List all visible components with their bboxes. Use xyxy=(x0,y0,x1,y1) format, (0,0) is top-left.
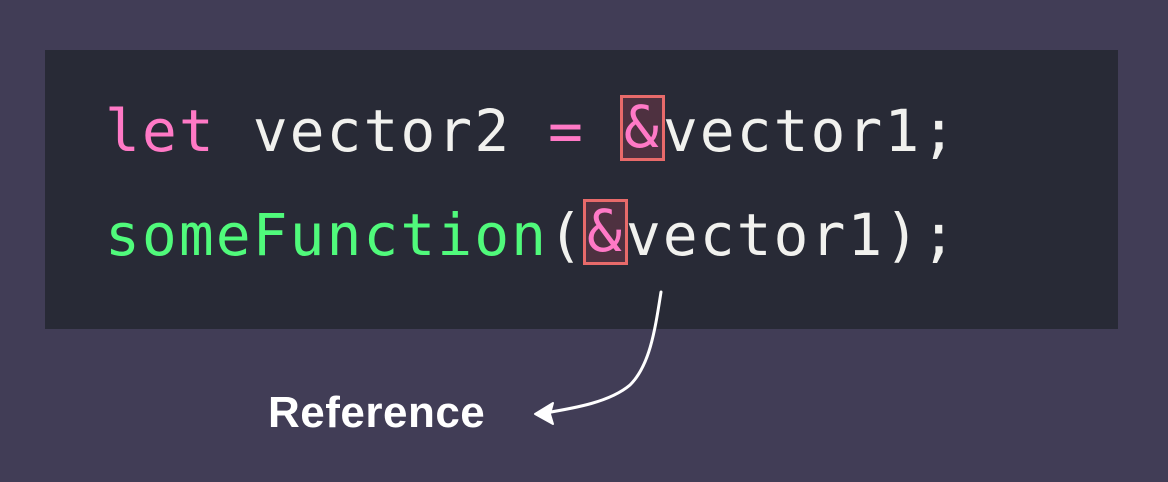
open-paren: ( xyxy=(548,201,585,269)
reference-ampersand-highlight-2: & xyxy=(582,197,628,265)
vector2-identifier: vector2 xyxy=(252,97,512,165)
let-keyword: let xyxy=(105,97,216,165)
arrow-head-icon xyxy=(534,402,554,425)
some-function-name: someFunction xyxy=(105,201,549,269)
code-panel: let vector2 = &vector1; someFunction(&ve… xyxy=(45,50,1118,329)
vector1-identifier-1: vector1; xyxy=(662,97,959,165)
close-paren-semicolon: ); xyxy=(884,201,959,269)
reference-label: Reference xyxy=(268,388,486,437)
assignment-operator: = xyxy=(548,97,585,165)
vector1-argument: vector1 xyxy=(625,201,885,269)
code-line-2: someFunction(&vector1); xyxy=(105,197,959,270)
code-line-1: let vector2 = &vector1; xyxy=(105,93,959,166)
reference-ampersand-highlight-1: & xyxy=(619,93,665,161)
